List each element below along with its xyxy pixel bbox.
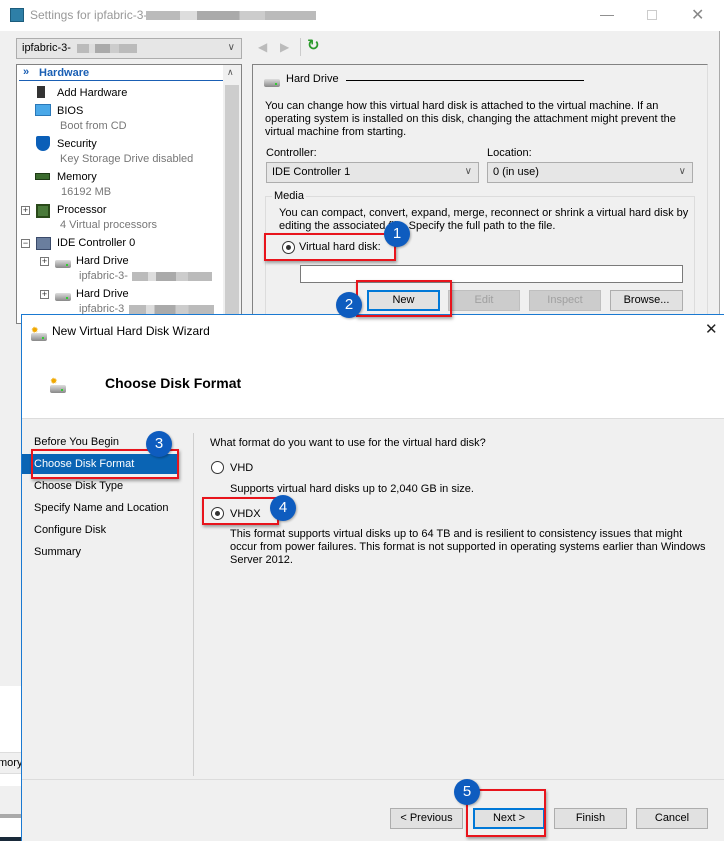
tree-item-memory[interactable]: Memory [57,171,97,183]
browse-button[interactable]: Browse... [610,290,683,311]
tree-item-add-hardware[interactable]: Add Hardware [57,87,127,99]
tree-item-security-detail: Key Storage Drive disabled [60,153,194,165]
footer-divider [22,779,724,780]
redacted-text [129,305,214,314]
collapse-icon[interactable]: − [21,239,30,248]
hard-drive-icon [264,79,280,87]
tree-item-hard-drive-detail: ipfabric-3- [79,270,128,282]
nav-configure-disk[interactable]: Configure Disk [34,524,106,536]
redacted-text [132,272,212,281]
cancel-button[interactable]: Cancel [636,808,708,829]
controller-label: Controller: [266,147,317,159]
nav-choose-disk-type[interactable]: Choose Disk Type [34,480,123,492]
remnant-label: mory [0,757,21,769]
media-text: You can compact, convert, expand, merge,… [279,207,689,232]
controller-dropdown[interactable]: IDE Controller 1 ∨ [266,162,479,183]
section-title: Hardware [39,67,90,79]
edit-button[interactable]: Edit [448,290,520,311]
inspect-button[interactable]: Inspect [529,290,601,311]
tree-item-bios[interactable]: BIOS [57,105,83,117]
back-arrow-icon[interactable]: ◀ [258,40,267,54]
collapse-section-icon[interactable]: » [23,66,29,78]
scroll-thumb[interactable] [225,85,239,323]
expand-icon[interactable]: + [21,206,30,215]
chevron-down-icon: ∨ [678,166,686,177]
maximize-button[interactable] [647,10,657,20]
location-value: 0 (in use) [493,166,539,178]
highlight-new-button [356,280,452,317]
vhdx-description: This format supports virtual disks up to… [230,528,706,566]
tree-section-hardware[interactable]: » Hardware [19,66,223,81]
hard-drive-icon [55,260,71,268]
step-badge-2: 2 [336,292,362,318]
scroll-up-arrow[interactable]: ∧ [227,67,234,78]
controller-value: IDE Controller 1 [272,166,351,178]
step-badge-5: 5 [454,779,480,805]
settings-title: Settings for ipfabric-3- [30,8,148,22]
shield-icon [36,136,50,151]
highlight-virtual-hard-disk [264,233,396,261]
group-title: Hard Drive [286,73,339,85]
wizard-heading: Choose Disk Format [105,375,242,391]
intro-text: You can change how this virtual hard dis… [265,100,676,138]
sparkle-icon: ✹ [50,376,58,386]
ide-controller-icon [36,237,51,250]
tree-item-security[interactable]: Security [57,138,97,150]
chevron-down-icon: ∨ [464,166,472,177]
settings-app-icon [10,8,24,22]
vm-selector-value: ipfabric-3- [22,42,71,54]
highlight-vhdx [202,497,279,525]
wizard-close-button[interactable]: ✕ [705,320,718,338]
redacted-text [76,43,137,53]
hardware-tree: ∧ » Hardware Add Hardware BIOS Boot from… [16,64,242,324]
location-dropdown[interactable]: 0 (in use) ∨ [487,162,693,183]
bios-icon [35,104,51,116]
tree-item-memory-detail: 16192 MB [61,186,112,198]
nav-before-you-begin[interactable]: Before You Begin [34,436,119,448]
tree-item-hard-drive[interactable]: Hard Drive [76,288,129,300]
add-hardware-icon [37,86,45,98]
nav-specify-name-location[interactable]: Specify Name and Location [34,502,169,514]
settings-title-bar: Settings for ipfabric-3- — ✕ [0,0,720,31]
step-badge-3: 3 [146,431,172,457]
memory-icon [35,173,50,180]
processor-icon [36,204,50,218]
nav-divider [193,433,194,776]
step-badge-1: 1 [384,221,410,247]
expand-icon[interactable]: + [40,257,49,266]
expand-icon[interactable]: + [40,290,49,299]
vm-selector[interactable]: ipfabric-3- ∨ [16,38,242,59]
wizard-header: ✹ New Virtual Hard Disk Wizard ✕ ✹ Choos… [22,315,724,419]
location-label: Location: [487,147,532,159]
tree-item-bios-detail: Boot from CD [60,120,127,132]
previous-button[interactable]: < Previous [390,808,463,829]
background-window-remnant: mory [0,686,21,841]
tree-scrollbar[interactable]: ∧ [223,65,241,323]
finish-button[interactable]: Finish [554,808,627,829]
chevron-down-icon: ∨ [227,42,235,53]
close-button[interactable]: ✕ [691,5,704,25]
group-title-rule [346,80,584,81]
forward-arrow-icon[interactable]: ▶ [280,40,289,54]
tree-item-hard-drive[interactable]: Hard Drive [76,255,129,267]
nav-summary[interactable]: Summary [34,546,81,558]
tree-item-processor[interactable]: Processor [57,204,107,216]
media-label: Media [272,190,306,203]
format-question: What format do you want to use for the v… [210,437,486,449]
toolbar-divider [300,38,301,56]
step-badge-4: 4 [270,495,296,521]
new-vhd-wizard: ✹ New Virtual Hard Disk Wizard ✕ ✹ Choos… [21,314,724,841]
tree-item-ide-controller-0[interactable]: IDE Controller 0 [57,237,135,249]
wizard-title: New Virtual Hard Disk Wizard [52,324,210,338]
hard-drive-icon [55,293,71,301]
vhd-label: VHD [230,462,254,474]
minimize-button[interactable]: — [600,6,614,22]
vhd-description: Supports virtual hard disks up to 2,040 … [230,483,474,495]
refresh-icon[interactable]: ↻ [307,36,320,54]
redacted-text [146,11,316,20]
vhd-radio[interactable] [211,461,224,474]
sparkle-icon: ✹ [31,325,39,335]
tree-item-processor-detail: 4 Virtual processors [60,219,158,231]
